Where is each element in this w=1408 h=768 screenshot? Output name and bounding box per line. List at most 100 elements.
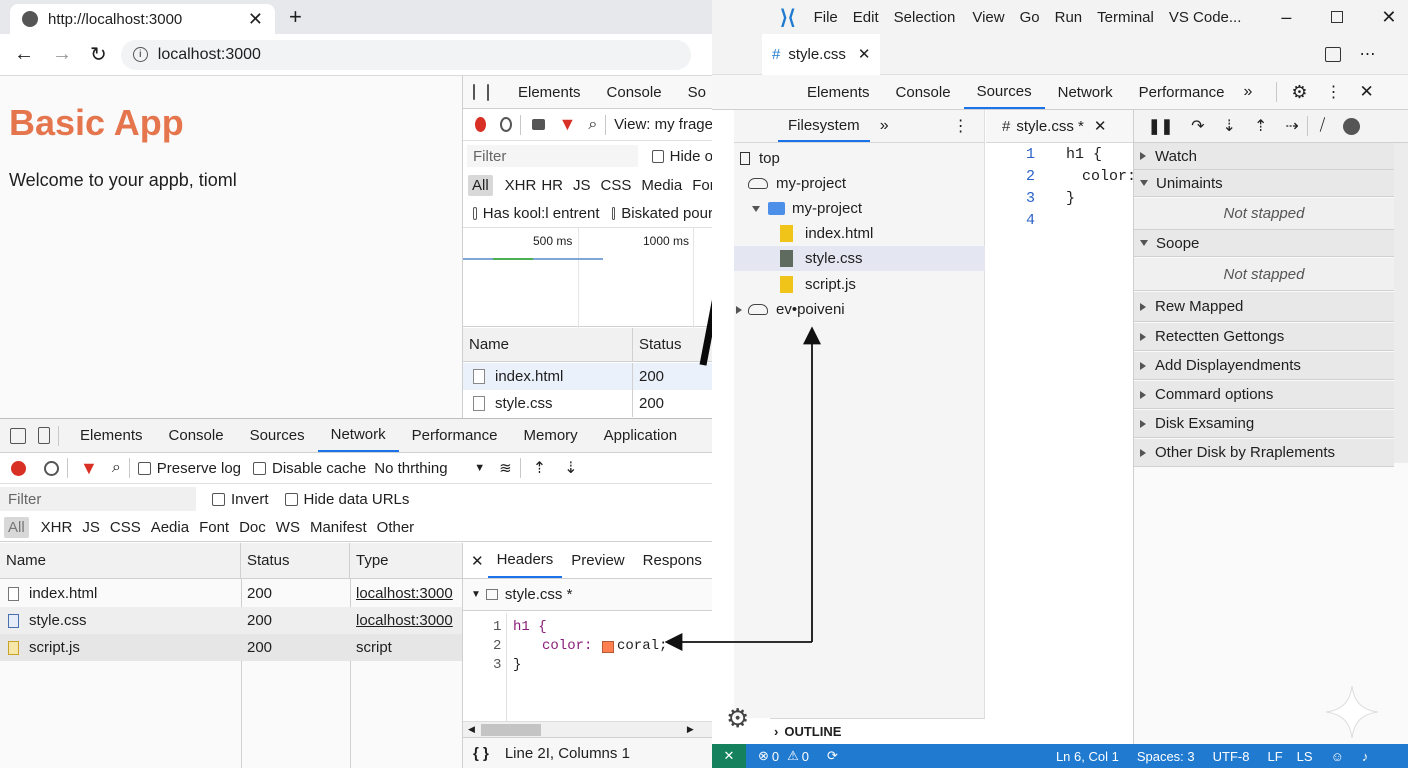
sidebar-scrollbar[interactable]	[1394, 143, 1408, 463]
close-tab-icon[interactable]: ✕	[248, 9, 263, 30]
reload-icon[interactable]: ↻	[90, 42, 107, 67]
chevron-right-icon[interactable]	[1140, 419, 1146, 428]
type-js[interactable]: JS	[82, 519, 100, 536]
kebab-icon[interactable]: ⋮	[953, 116, 969, 136]
tab-elements[interactable]: Elements	[794, 75, 883, 109]
tab-memory[interactable]: Memory	[511, 419, 591, 452]
step-over-icon[interactable]: ↷	[1191, 116, 1204, 136]
split-editor-icon[interactable]	[1325, 46, 1342, 62]
inspect-icon[interactable]	[473, 84, 475, 100]
tab-console[interactable]: Console	[883, 75, 964, 109]
back-icon[interactable]: ←	[14, 43, 34, 66]
tab-performance[interactable]: Performance	[399, 419, 511, 452]
menu-run[interactable]: Run	[1055, 9, 1083, 26]
language-mode[interactable]: LS	[1297, 749, 1313, 764]
close-icon[interactable]: ✕	[1094, 117, 1107, 135]
indentation[interactable]: Spaces: 3	[1137, 749, 1195, 764]
type-xhr[interactable]: XHR	[41, 519, 73, 536]
chevron-down-icon[interactable]	[1140, 240, 1148, 246]
type-all[interactable]: All	[4, 517, 29, 538]
col-name[interactable]: Name	[463, 328, 633, 361]
close-icon[interactable]: ✕	[471, 552, 484, 570]
code-prop[interactable]: color:	[542, 638, 592, 654]
tab-sources[interactable]: Sources	[963, 75, 1045, 109]
eol[interactable]: LF	[1267, 749, 1282, 764]
table-row[interactable]: script.js 200 script	[0, 634, 462, 661]
close-icon[interactable]: ✕	[858, 45, 871, 63]
filter-input[interactable]: Filter	[467, 145, 639, 167]
type-ws[interactable]: WS	[276, 519, 300, 536]
record-icon[interactable]	[475, 117, 486, 132]
warning-icon[interactable]: ⚠	[787, 748, 799, 764]
menu-file[interactable]: File	[814, 9, 838, 26]
chevron-right-icon[interactable]: ›	[774, 724, 778, 739]
tab-elements[interactable]: Elements	[67, 419, 156, 452]
section-other-disk[interactable]: Other Disk by Rraplements	[1134, 439, 1394, 467]
remote-icon[interactable]: ✕	[712, 744, 746, 768]
search-icon[interactable]: ⌕	[112, 459, 121, 477]
type-media[interactable]: Media	[641, 177, 682, 194]
color-swatch-icon[interactable]	[602, 641, 614, 653]
table-row[interactable]: style.css 200 localhost:3000	[0, 607, 462, 634]
tree-item-env-cloud[interactable]: ev•poiveni	[736, 297, 845, 322]
type-hr[interactable]: HR	[541, 177, 563, 194]
tab-console[interactable]: Console	[594, 76, 675, 108]
type-font[interactable]: Font	[199, 519, 229, 536]
type-doc[interactable]: Doc	[239, 519, 266, 536]
type-js[interactable]: JS	[573, 177, 591, 194]
col-name[interactable]: Name	[0, 543, 241, 578]
error-icon[interactable]: ⊗	[758, 748, 769, 764]
bell-icon[interactable]: ♪	[1362, 749, 1369, 764]
scroll-thumb[interactable]	[480, 723, 541, 736]
hide-data-urls-checkbox[interactable]	[284, 492, 298, 506]
menu-edit[interactable]: Edit	[853, 9, 879, 26]
deactivate-breakpoints-icon[interactable]: ⧸	[1320, 117, 1325, 135]
code-line[interactable]: h1 {	[1066, 146, 1102, 163]
forward-icon[interactable]: →	[52, 43, 72, 66]
filter-icon[interactable]: ▼	[80, 458, 98, 479]
upload-icon[interactable]: ⇡	[533, 458, 546, 478]
tab-preview[interactable]: Preview	[562, 543, 633, 578]
tree-item-project-folder[interactable]: my-project	[752, 196, 862, 221]
menu-selection[interactable]: Selection	[894, 9, 956, 26]
address-text[interactable]: localhost:3000	[158, 46, 261, 64]
device-icon[interactable]	[38, 427, 50, 444]
warning-count[interactable]: 0	[802, 749, 809, 764]
chevron-right-icon[interactable]	[736, 305, 742, 314]
type-all[interactable]: All	[468, 174, 493, 196]
chevron-down-icon[interactable]: ▼	[474, 462, 485, 474]
menu-go[interactable]: Go	[1020, 9, 1040, 26]
step-into-icon[interactable]: ⇣	[1223, 116, 1236, 136]
chevron-down-icon[interactable]: ▼	[471, 589, 481, 600]
tab-console[interactable]: Console	[156, 419, 237, 452]
code-line[interactable]: h1 {	[513, 619, 547, 635]
braces-icon[interactable]: { }	[473, 745, 489, 762]
more-tabs-icon[interactable]: »	[1244, 83, 1253, 101]
tab-network[interactable]: Network	[317, 419, 399, 452]
download-icon[interactable]: ⇣	[564, 458, 577, 478]
chevron-right-icon[interactable]	[1140, 448, 1146, 457]
tab-filesystem[interactable]: Filesystem	[778, 110, 870, 142]
menu-vscode[interactable]: VS Code...	[1169, 9, 1242, 26]
menu-view[interactable]: View	[972, 9, 1004, 26]
more-icon[interactable]: ⋯	[1359, 44, 1375, 64]
chevron-right-icon[interactable]	[1140, 152, 1146, 160]
tab-performance[interactable]: Performance	[1126, 75, 1238, 109]
address-bar[interactable]: i localhost:3000	[120, 39, 691, 70]
step-icon[interactable]: ⇢	[1285, 116, 1298, 136]
chevron-down-icon[interactable]	[1140, 180, 1148, 186]
section-add-display[interactable]: Add Displayendments	[1134, 352, 1394, 380]
source-tab[interactable]: # style.css * ✕	[986, 110, 1133, 143]
kebab-icon[interactable]: ⋮	[1326, 82, 1342, 102]
outline-header[interactable]: › OUTLINE	[770, 718, 985, 744]
gear-icon[interactable]: ⚙	[726, 703, 749, 734]
step-out-icon[interactable]: ⇡	[1254, 116, 1267, 136]
horizontal-scrollbar[interactable]: ◀ ▶	[463, 721, 713, 737]
browser-tab[interactable]: http://localhost:3000 ✕	[10, 4, 275, 34]
inspect-icon[interactable]	[10, 427, 26, 444]
scroll-right-icon[interactable]: ▶	[687, 724, 694, 735]
chevron-right-icon[interactable]	[1140, 332, 1146, 341]
encoding[interactable]: UTF-8	[1213, 749, 1250, 764]
type-media[interactable]: Aedia	[151, 519, 189, 536]
col-status[interactable]: Status	[241, 543, 350, 578]
